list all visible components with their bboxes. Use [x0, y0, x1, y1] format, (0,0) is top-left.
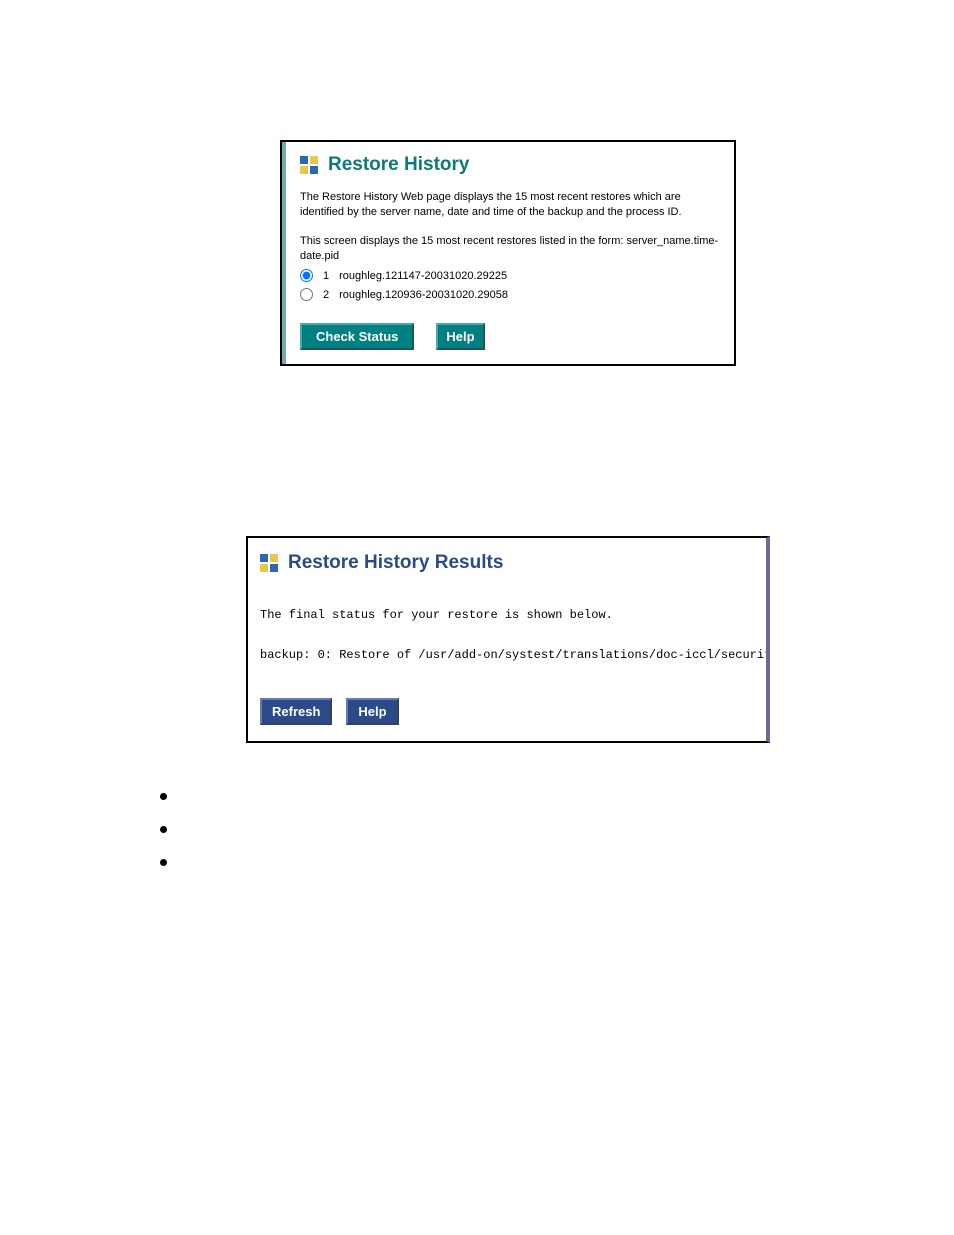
description-text: The Restore History Web page displays th… — [300, 190, 720, 220]
status-line: backup: 0: Restore of /usr/add-on/systes… — [260, 648, 766, 662]
page-title: Restore History Results — [288, 552, 503, 574]
check-status-button[interactable]: Check Status — [300, 323, 414, 350]
bullet-icon — [160, 859, 167, 866]
panel-header: Restore History Results — [260, 548, 766, 582]
restore-history-panel: Restore History The Restore History Web … — [280, 140, 736, 366]
intro-text: The final status for your restore is sho… — [260, 608, 766, 622]
app-icon — [260, 554, 278, 572]
page-title: Restore History — [328, 154, 470, 176]
bullet-icon — [160, 826, 167, 833]
restore-index: 1 — [323, 270, 329, 282]
app-icon — [300, 156, 318, 174]
restore-item-2[interactable]: 2 roughleg.120936-20031020.29058 — [300, 288, 720, 301]
refresh-button[interactable]: Refresh — [260, 698, 332, 725]
bullet-list — [160, 793, 954, 866]
restore-index: 2 — [323, 289, 329, 301]
restore-label: roughleg.121147-20031020.29225 — [339, 270, 507, 282]
restore-item-1[interactable]: 1 roughleg.121147-20031020.29225 — [300, 269, 720, 282]
help-button[interactable]: Help — [346, 698, 398, 725]
help-button[interactable]: Help — [436, 323, 484, 350]
restore-radio-1[interactable] — [300, 269, 313, 282]
restore-label: roughleg.120936-20031020.29058 — [339, 289, 508, 301]
bullet-icon — [160, 793, 167, 800]
restore-history-results-panel: Restore History Results The final status… — [246, 536, 770, 743]
list-intro-text: This screen displays the 15 most recent … — [300, 234, 720, 264]
restore-radio-2[interactable] — [300, 288, 313, 301]
panel-header: Restore History — [300, 150, 720, 184]
